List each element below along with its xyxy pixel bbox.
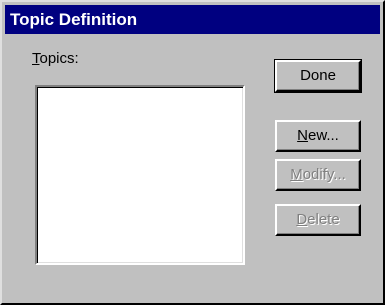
topics-listbox[interactable] — [35, 85, 245, 265]
topics-label-mnemonic: T — [32, 50, 40, 67]
title-bar: Topic Definition — [5, 5, 380, 34]
done-button[interactable]: Done — [274, 59, 362, 93]
topics-label-text: opics: — [39, 50, 79, 67]
done-button-label: Done — [300, 67, 336, 84]
topic-definition-dialog: Topic Definition Topics: Done New... Mod… — [0, 0, 385, 305]
delete-button: Delete — [275, 204, 361, 236]
delete-button-label: elete — [307, 211, 340, 228]
modify-button-mnemonic: M — [290, 166, 303, 183]
new-button-label: ew... — [307, 127, 339, 144]
window-title: Topic Definition — [10, 10, 138, 29]
topics-label: Topics: — [32, 50, 79, 67]
delete-button-mnemonic: D — [296, 211, 308, 228]
new-button-mnemonic: N — [297, 127, 308, 144]
new-button[interactable]: New... — [275, 120, 361, 152]
modify-button-label: odify... — [302, 166, 346, 183]
modify-button: Modify... — [275, 159, 361, 191]
